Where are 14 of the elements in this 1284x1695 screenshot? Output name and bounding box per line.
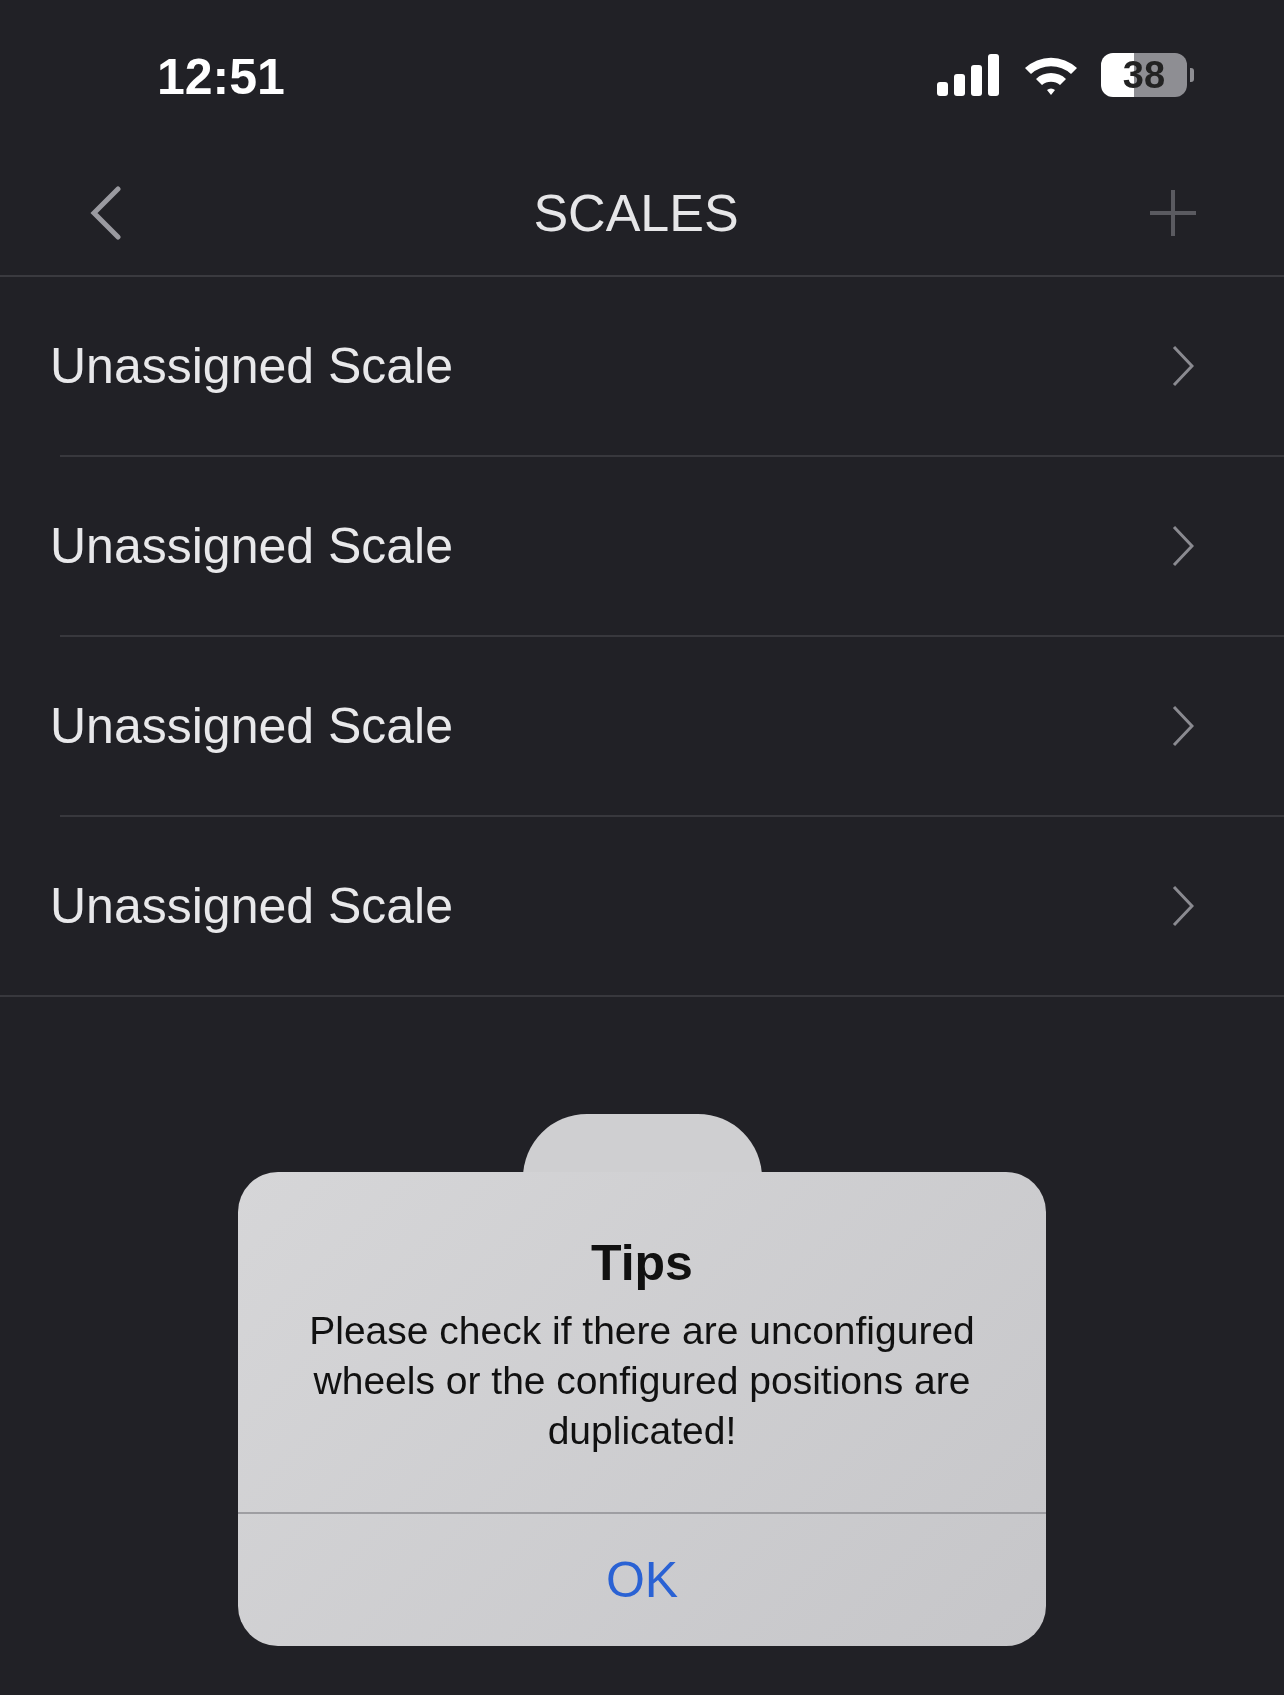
back-icon[interactable] — [88, 185, 124, 240]
scale-row[interactable]: Unassigned Scale — [0, 817, 1284, 995]
chevron-right-icon — [1172, 885, 1194, 927]
status-time: 12:51 — [157, 48, 286, 106]
scale-row[interactable]: Unassigned Scale — [0, 637, 1284, 815]
page-title: SCALES — [533, 182, 739, 243]
dialog-message: Please check if there are unconfigured wheels or the configured positions are duplicated! — [308, 1308, 976, 1454]
scale-row[interactable]: Unassigned Scale — [0, 277, 1284, 455]
dialog-title: Tips — [591, 1234, 693, 1292]
chevron-right-icon — [1172, 525, 1194, 567]
scale-row[interactable]: Unassigned Scale — [0, 457, 1284, 635]
chevron-right-icon — [1172, 705, 1194, 747]
signal-icon — [937, 54, 1001, 96]
chevron-right-icon — [1172, 345, 1194, 387]
